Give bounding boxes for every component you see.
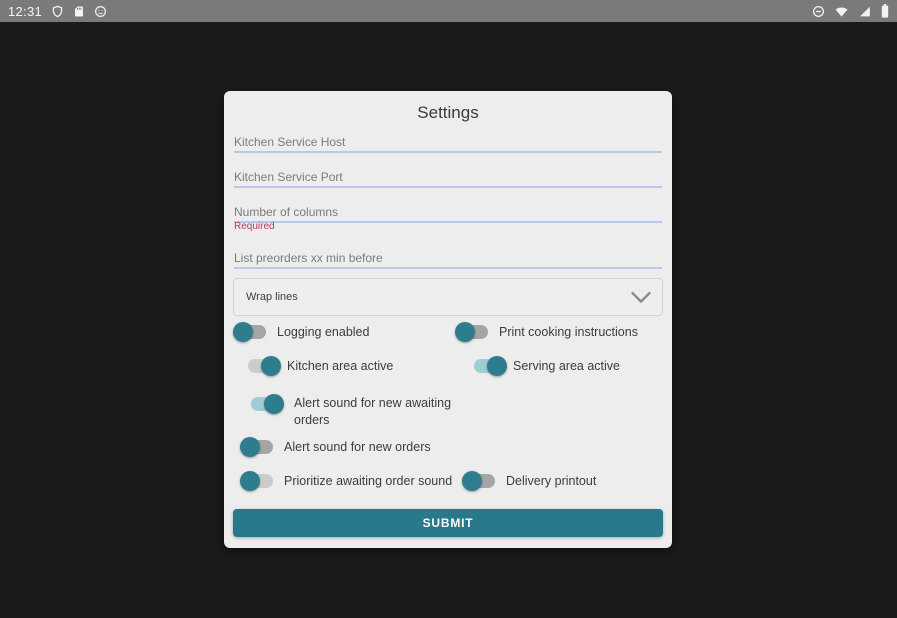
battery-icon	[881, 4, 889, 18]
toggle-label-delivery-printout: Delivery printout	[506, 473, 596, 490]
submit-button[interactable]: SUBMIT	[233, 509, 663, 537]
toggle-label-serving-area-active: Serving area active	[513, 358, 620, 375]
clock: 12:31	[8, 4, 42, 19]
toggle-label-prioritize-awaiting-order-sound: Prioritize awaiting order sound	[284, 473, 452, 490]
toggle-logging-enabled[interactable]	[233, 322, 267, 342]
toggle-row: Alert sound for new awaiting orders	[224, 394, 672, 430]
toggle-label-alert-sound-new-orders: Alert sound for new orders	[284, 439, 431, 456]
dropdown-value: Wrap lines	[246, 291, 298, 303]
toggle-label-logging-enabled: Logging enabled	[277, 324, 369, 341]
list-preorders-input[interactable]	[234, 248, 662, 269]
required-error: Required	[234, 221, 275, 232]
shield-icon	[51, 5, 64, 18]
toggle-label-alert-sound-awaiting-orders: Alert sound for new awaiting orders	[294, 395, 484, 429]
toggle-print-cooking-instructions[interactable]	[455, 322, 489, 342]
kitchen-service-host-input[interactable]	[234, 132, 662, 153]
face-icon	[94, 5, 107, 18]
chevron-down-icon	[630, 290, 652, 304]
toggle-alert-sound-awaiting-orders[interactable]	[250, 394, 284, 414]
toggle-alert-sound-new-orders[interactable]	[240, 437, 274, 457]
status-bar: 12:31	[0, 0, 897, 22]
sdcard-icon	[73, 5, 85, 18]
wifi-icon	[834, 5, 849, 18]
toggle-kitchen-area-active[interactable]	[247, 356, 281, 376]
toggle-row: Prioritize awaiting order sound Delivery…	[224, 471, 672, 495]
toggle-row: Alert sound for new orders	[224, 437, 672, 461]
toggle-label-print-cooking-instructions: Print cooking instructions	[499, 324, 638, 341]
settings-dialog: Settings Required Wrap lines Logging ena…	[224, 91, 672, 548]
toggle-delivery-printout[interactable]	[462, 471, 496, 491]
kitchen-service-port-input[interactable]	[234, 167, 662, 188]
toggle-serving-area-active[interactable]	[473, 356, 507, 376]
toggle-label-kitchen-area-active: Kitchen area active	[287, 358, 393, 375]
signal-icon	[858, 5, 872, 18]
toggle-row: Logging enabled Print cooking instructio…	[224, 322, 672, 346]
number-of-columns-input[interactable]	[234, 202, 662, 223]
dialog-title: Settings	[224, 103, 672, 123]
wrap-lines-dropdown[interactable]: Wrap lines	[233, 278, 663, 316]
toggle-row: Kitchen area active Serving area active	[224, 356, 672, 380]
do-not-disturb-icon	[812, 5, 825, 18]
toggle-prioritize-awaiting-order-sound[interactable]	[240, 471, 274, 491]
